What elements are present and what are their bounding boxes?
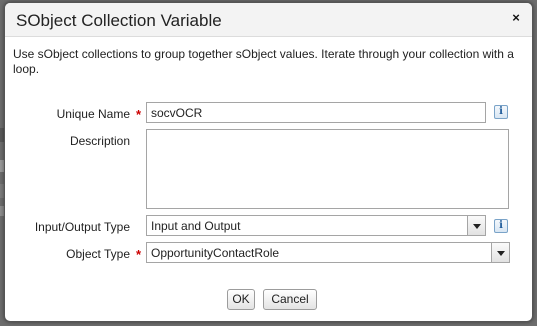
chevron-down-icon[interactable] bbox=[467, 216, 485, 235]
close-icon[interactable]: × bbox=[508, 9, 524, 27]
chevron-down-icon[interactable] bbox=[491, 243, 509, 262]
ok-button[interactable]: OK bbox=[227, 289, 255, 310]
cancel-button[interactable]: Cancel bbox=[263, 289, 317, 310]
required-indicator: * bbox=[136, 247, 142, 262]
object-type-label: Object Type bbox=[66, 247, 130, 261]
info-icon[interactable]: i bbox=[494, 105, 508, 119]
unique-name-label: Unique Name bbox=[56, 107, 130, 121]
unique-name-input[interactable] bbox=[146, 102, 486, 123]
description-textarea[interactable] bbox=[146, 129, 509, 209]
input-output-type-selected: Input and Output bbox=[151, 219, 241, 233]
info-icon[interactable]: i bbox=[494, 219, 508, 233]
input-output-type-select[interactable]: Input and Output bbox=[146, 215, 486, 236]
dialog-description: Use sObject collections to group togethe… bbox=[13, 47, 514, 76]
description-label: Description bbox=[69, 134, 130, 148]
dialog-header: SObject Collection Variable × bbox=[5, 3, 532, 37]
object-type-combobox[interactable]: OpportunityContactRole bbox=[146, 242, 510, 263]
required-indicator: * bbox=[136, 107, 142, 122]
input-output-type-label: Input/Output Type bbox=[34, 220, 130, 234]
object-type-value: OpportunityContactRole bbox=[151, 246, 280, 260]
dialog-title: SObject Collection Variable bbox=[16, 11, 222, 30]
sobject-collection-variable-dialog: SObject Collection Variable × Use sObjec… bbox=[4, 2, 533, 322]
